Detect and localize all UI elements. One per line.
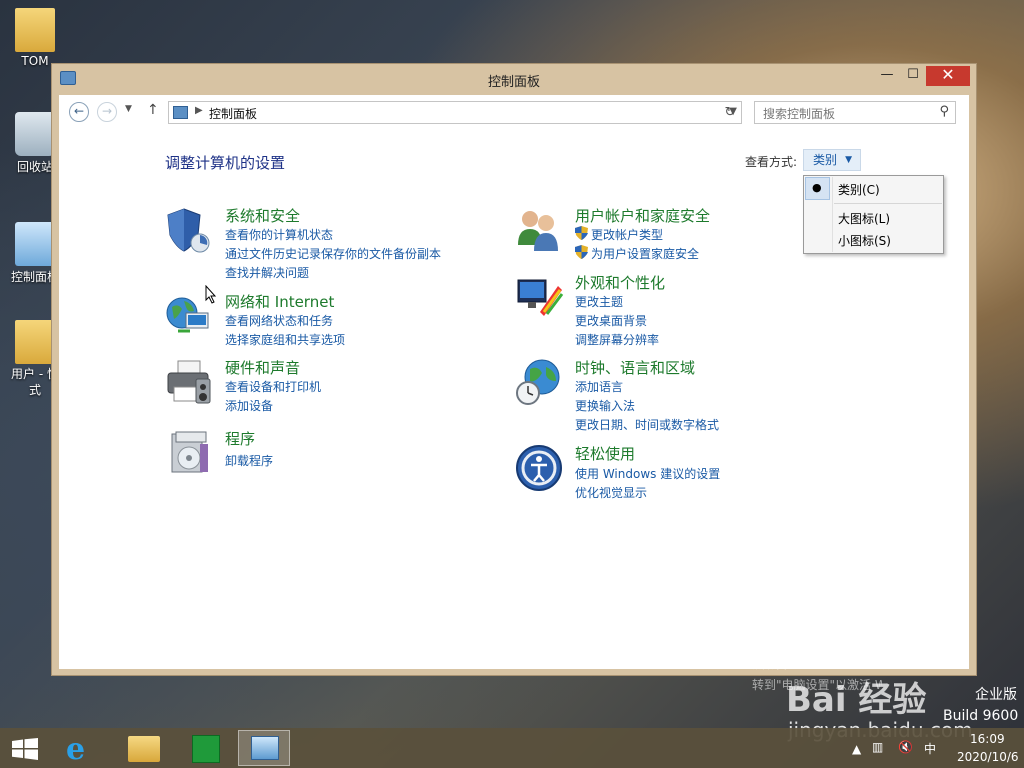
arrow-right-icon: → [101, 104, 113, 118]
activate-windows-text: 激活 Windows [752, 652, 875, 673]
category-title-clock-language[interactable]: 时钟、语言和区域 [575, 357, 695, 378]
view-by-label: 查看方式: [745, 155, 798, 169]
menu-gutter [832, 177, 833, 252]
title-bar[interactable]: 控制面板 — ☐ ✕ [52, 64, 976, 94]
up-button[interactable]: ↑ [147, 102, 159, 118]
arrow-up-icon: ↑ [147, 102, 159, 118]
forward-button[interactable]: → [97, 102, 117, 122]
search-placeholder: 搜索控制面板 [763, 107, 836, 121]
network-tray-icon[interactable]: ▥ [872, 740, 883, 754]
category-title-system-security[interactable]: 系统和安全 [225, 205, 300, 226]
start-button[interactable] [0, 730, 52, 766]
view-by-value: 类别 [813, 153, 838, 167]
programs-icon[interactable] [164, 428, 214, 478]
printer-icon[interactable] [164, 357, 214, 407]
taskbar-control-panel[interactable] [238, 730, 290, 766]
link-change-input-method[interactable]: 更换输入法 [575, 397, 635, 414]
internet-explorer-icon: e [66, 732, 86, 767]
link-uninstall-program[interactable]: 卸载程序 [225, 452, 273, 469]
uac-shield-icon [575, 226, 588, 240]
store-icon [192, 735, 220, 763]
link-add-language[interactable]: 添加语言 [575, 378, 623, 395]
link-screen-resolution[interactable]: 调整屏幕分辨率 [575, 331, 659, 348]
desktop-icon-tom[interactable]: TOM [2, 8, 68, 68]
minimize-button[interactable]: — [874, 66, 900, 86]
link-add-device[interactable]: 添加设备 [225, 397, 273, 414]
mouse-cursor-icon [205, 285, 217, 304]
link-family-safety[interactable]: 为用户设置家庭安全 [591, 245, 699, 262]
menu-item-large-icons[interactable]: 大图标(L) [838, 210, 890, 227]
search-icon[interactable]: ⚲ [939, 104, 949, 119]
view-by-menu: ● 类别(C) 大图标(L) 小图标(S) [803, 175, 944, 254]
category-title-appearance[interactable]: 外观和个性化 [575, 272, 665, 293]
refresh-button[interactable]: ↻ [719, 101, 742, 124]
ease-of-access-icon[interactable] [514, 443, 564, 493]
category-title-programs[interactable]: 程序 [225, 428, 255, 449]
clock-date[interactable]: 2020/10/6 [957, 750, 1019, 764]
ime-indicator[interactable]: 中 [924, 740, 936, 757]
link-change-account-type[interactable]: 更改帐户类型 [591, 226, 663, 243]
menu-separator [834, 203, 942, 204]
control-panel-icon [173, 106, 188, 119]
control-panel-icon [251, 736, 279, 760]
page-title: 调整计算机的设置 [165, 154, 286, 172]
window-client-area: ← → ▼ ↑ ▶ 控制面板 ▼ ↻ 搜索控制面板 ⚲ 调整计算机的设置 查看方… [59, 95, 969, 669]
chevron-down-icon: ▼ [845, 155, 852, 165]
link-view-computer-status[interactable]: 查看你的计算机状态 [225, 226, 333, 243]
link-file-history[interactable]: 通过文件历史记录保存你的文件备份副本 [225, 245, 441, 262]
search-input[interactable]: 搜索控制面板 ⚲ [754, 101, 956, 124]
control-panel-window: 控制面板 — ☐ ✕ ← → ▼ ↑ ▶ 控制面板 ▼ ↻ 搜索控制面板 ⚲ 调… [51, 63, 977, 676]
radio-bullet-icon: ● [812, 181, 822, 194]
security-shield-icon[interactable] [164, 205, 214, 255]
back-button[interactable]: ← [69, 102, 89, 122]
refresh-icon: ↻ [724, 105, 736, 120]
maximize-button[interactable]: ☐ [900, 66, 926, 86]
link-desktop-background[interactable]: 更改桌面背景 [575, 312, 647, 329]
clock-globe-icon[interactable] [514, 357, 564, 407]
volume-muted-tray-icon[interactable]: 🔇 [898, 740, 913, 754]
baidu-jingyan-logo: Bai 经验 [786, 680, 927, 720]
breadcrumb-chevron-icon[interactable]: ▶ [195, 105, 203, 116]
category-title-user-accounts[interactable]: 用户帐户和家庭安全 [575, 205, 710, 226]
menu-item-category[interactable]: 类别(C) [838, 181, 880, 198]
link-devices-printers[interactable]: 查看设备和打印机 [225, 378, 321, 395]
category-title-hardware-sound[interactable]: 硬件和声音 [225, 357, 300, 378]
uac-shield-icon [575, 245, 588, 259]
windows-logo-icon [12, 738, 38, 760]
control-panel-icon [15, 222, 55, 266]
link-troubleshoot[interactable]: 查找并解决问题 [225, 264, 309, 281]
category-title-ease-of-access[interactable]: 轻松使用 [575, 443, 635, 464]
link-optimize-visual[interactable]: 优化视觉显示 [575, 484, 647, 501]
taskbar-file-explorer[interactable] [118, 730, 170, 766]
users-icon[interactable] [514, 205, 564, 255]
address-toolbar: ← → ▼ ↑ ▶ 控制面板 ▼ ↻ 搜索控制面板 ⚲ [59, 95, 969, 129]
recycle-bin-icon [15, 112, 55, 156]
arrow-left-icon: ← [73, 104, 85, 118]
menu-item-small-icons[interactable]: 小图标(S) [838, 232, 891, 249]
chevron-down-icon: ▼ [125, 104, 132, 114]
taskbar: e ▲ ▥ 🔇 中 16:09 2020/10/6 [0, 728, 1024, 768]
taskbar-internet-explorer[interactable]: e [56, 730, 108, 767]
link-date-time-format[interactable]: 更改日期、时间或数字格式 [575, 416, 719, 433]
recent-locations-button[interactable]: ▼ [125, 104, 132, 114]
shortcut-folder-icon [15, 320, 55, 364]
tray-expand-icon[interactable]: ▲ [852, 742, 861, 756]
folder-icon [128, 736, 160, 762]
close-button[interactable]: ✕ [926, 66, 970, 86]
appearance-icon[interactable] [514, 272, 564, 322]
window-title: 控制面板 [487, 75, 540, 90]
user-folder-icon [15, 8, 55, 52]
category-title-network[interactable]: 网络和 Internet [225, 291, 334, 312]
link-recommended-settings[interactable]: 使用 Windows 建议的设置 [575, 465, 720, 482]
link-homegroup[interactable]: 选择家庭组和共享选项 [225, 331, 345, 348]
link-change-theme[interactable]: 更改主题 [575, 293, 623, 310]
windows-edition-text: 企业版 [975, 687, 1017, 703]
clock-time[interactable]: 16:09 [970, 732, 1005, 746]
view-by-dropdown[interactable]: 类别 ▼ [803, 149, 861, 171]
link-network-status[interactable]: 查看网络状态和任务 [225, 312, 333, 329]
breadcrumb[interactable]: 控制面板 [209, 105, 257, 122]
address-bar[interactable]: ▶ 控制面板 ▼ [168, 101, 742, 124]
taskbar-store[interactable] [180, 730, 232, 766]
